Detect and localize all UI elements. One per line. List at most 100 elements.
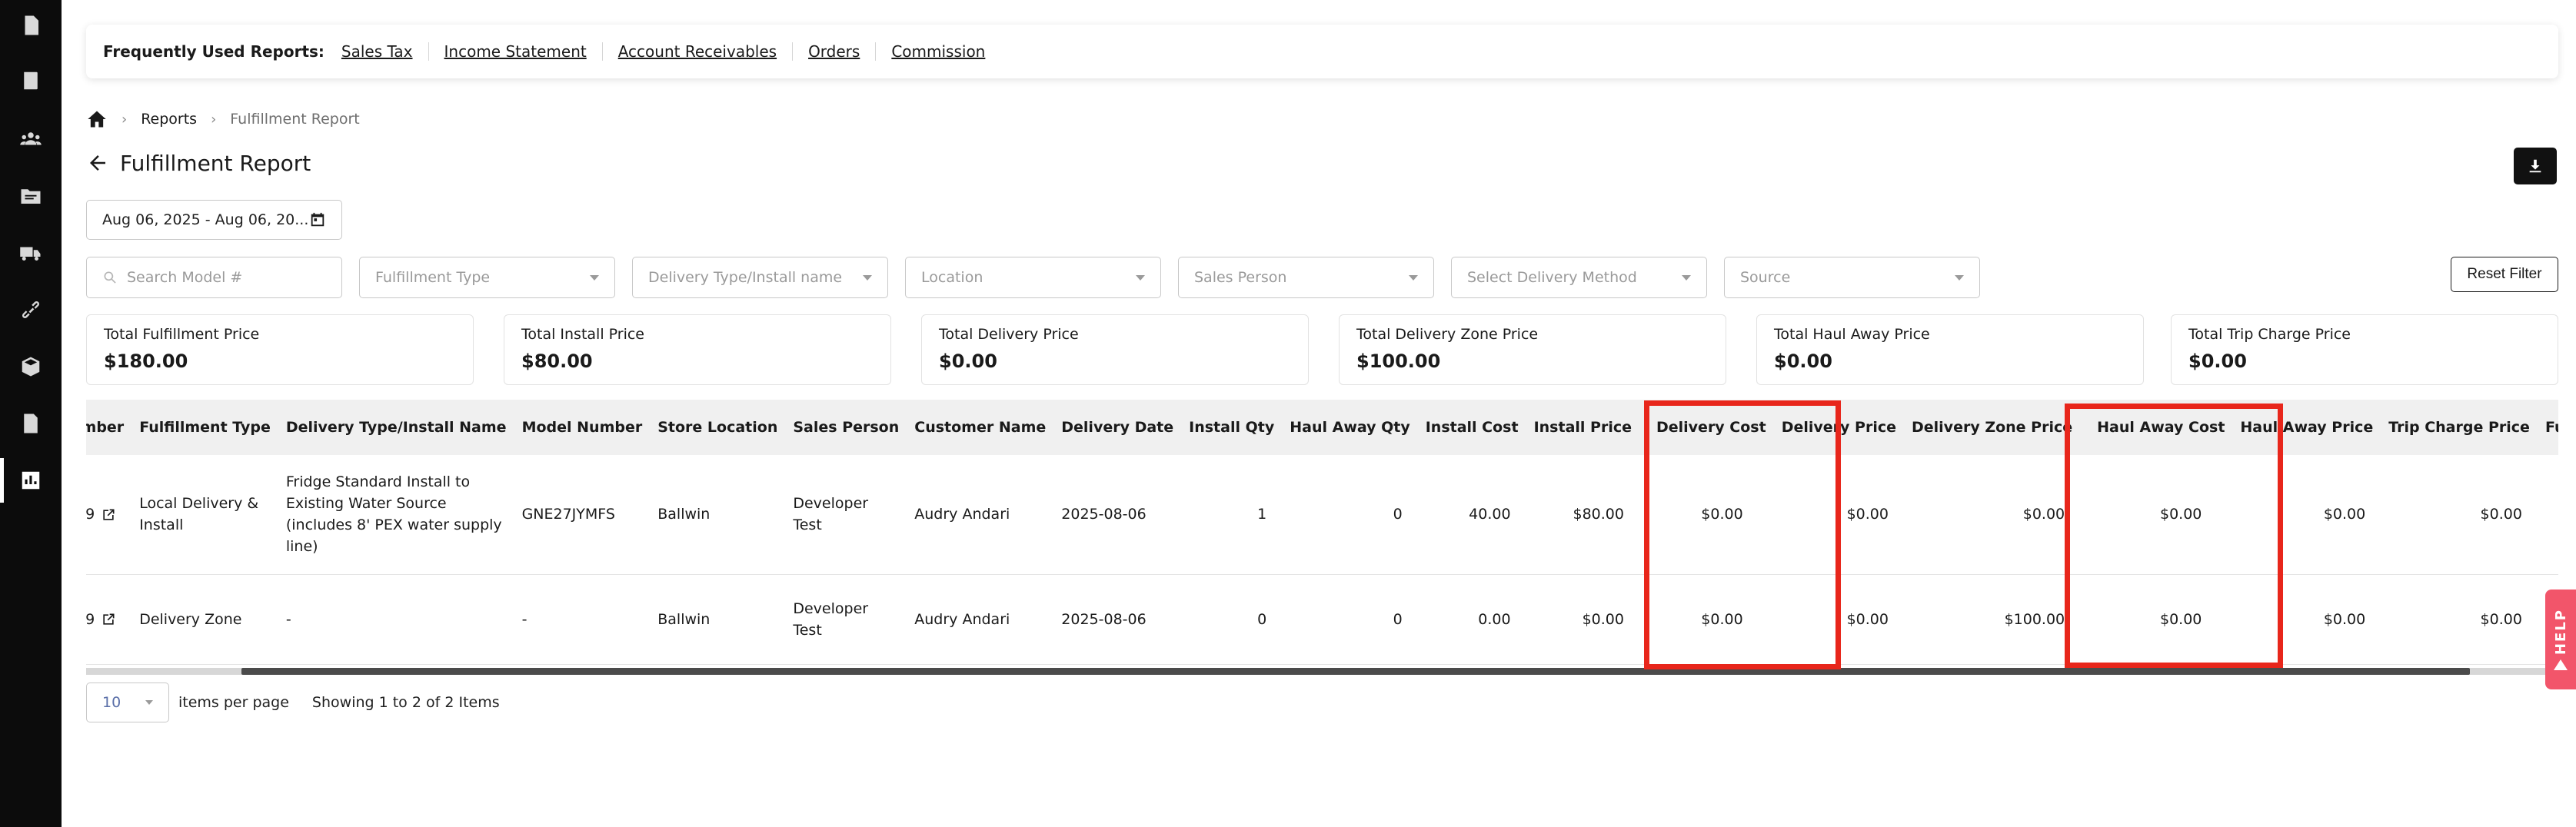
help-tab[interactable]: HELP	[2545, 590, 2576, 689]
column-header[interactable]: Install Cost	[1417, 400, 1526, 455]
total-card: Total Delivery Price $0.00	[921, 314, 1309, 385]
arrow-up-icon	[2554, 659, 2568, 671]
delivery-method-placeholder: Select Delivery Method	[1467, 269, 1637, 286]
ledger-icon	[24, 71, 38, 90]
sidebar-item-documents[interactable]	[0, 401, 62, 446]
search-icon	[104, 271, 116, 284]
chevron-down-icon	[145, 700, 153, 705]
cell: Developer Test	[785, 574, 907, 665]
sidebar-item-ledger[interactable]	[0, 58, 62, 103]
total-value: $100.00	[1356, 350, 1441, 372]
column-header[interactable]: Install Price	[1526, 400, 1639, 455]
per-page-value: 10	[102, 694, 121, 711]
total-value: $80.00	[521, 350, 593, 372]
cell: 2025-08-06	[1053, 574, 1182, 665]
reset-filter-button[interactable]: Reset Filter	[2451, 257, 2558, 292]
cell: $80.00	[1526, 455, 1639, 575]
sidebar-item-inventory[interactable]	[0, 344, 62, 389]
chevron-down-icon	[1682, 274, 1691, 281]
source-select[interactable]: Source	[1724, 257, 1980, 298]
per-page-select[interactable]: 10	[86, 683, 169, 722]
total-value: $0.00	[2188, 350, 2247, 372]
delivery-type-placeholder: Delivery Type/Install name	[648, 269, 843, 286]
column-header[interactable]: Fulfillment Type	[131, 400, 278, 455]
sidebar-item-users[interactable]	[0, 117, 62, 161]
report-link-income-statement[interactable]: Income Statement	[429, 42, 603, 61]
fulfillment-type-placeholder: Fulfillment Type	[375, 269, 491, 286]
page-title: Fulfillment Report	[120, 150, 311, 176]
scrollbar-thumb[interactable]	[241, 668, 2470, 675]
cell: $100.00	[1904, 574, 2081, 665]
report-link-sales-tax[interactable]: Sales Tax	[341, 42, 429, 61]
link-icon	[22, 301, 40, 319]
column-header[interactable]: Delivery Zone Price	[1904, 400, 2081, 455]
cell: $0.00	[1904, 455, 2081, 575]
column-header[interactable]: Delivery Date	[1053, 400, 1182, 455]
sidebar-item-reports[interactable]	[0, 458, 62, 503]
breadcrumb-reports[interactable]: Reports	[141, 111, 197, 128]
column-header[interactable]: umber	[86, 400, 132, 455]
sales-person-placeholder: Sales Person	[1194, 269, 1287, 286]
order-number[interactable]: 09	[86, 506, 95, 523]
cell	[2537, 455, 2558, 575]
home-icon[interactable]	[86, 108, 108, 130]
date-range-picker[interactable]: Aug 06, 2025 - Aug 06, 20...	[86, 200, 342, 240]
order-number-cell[interactable]: 09	[86, 574, 132, 665]
back-arrow-icon[interactable]	[86, 151, 109, 174]
total-card: Total Haul Away Price $0.00	[1756, 314, 2144, 385]
chevron-down-icon	[1136, 274, 1145, 281]
cell: $0.00	[2381, 455, 2538, 575]
column-header[interactable]: Customer Name	[907, 400, 1054, 455]
pagination: 10 items per page Showing 1 to 2 of 2 It…	[86, 683, 500, 722]
delivery-method-select[interactable]: Select Delivery Method	[1451, 257, 1707, 298]
external-link-icon[interactable]	[101, 612, 116, 627]
sidebar-item-invoices[interactable]	[0, 3, 62, 48]
frequent-reports-bar: Frequently Used Reports: Sales Tax Incom…	[86, 25, 2558, 78]
date-range-value: Aug 06, 2025 - Aug 06, 20...	[102, 211, 309, 228]
report-link-commission[interactable]: Commission	[876, 42, 1000, 61]
bar-chart-icon	[22, 471, 40, 490]
report-link-orders[interactable]: Orders	[793, 42, 877, 61]
location-select[interactable]: Location	[905, 257, 1161, 298]
column-header[interactable]: Store Location	[650, 400, 786, 455]
column-header[interactable]: Model Number	[514, 400, 651, 455]
sidebar-item-deliveries[interactable]	[0, 231, 62, 275]
report-link-account-receivables[interactable]: Account Receivables	[603, 42, 794, 61]
total-label: Total Fulfillment Price	[104, 326, 260, 343]
order-number-cell[interactable]: 09	[86, 455, 132, 575]
location-placeholder: Location	[921, 269, 983, 286]
delivery-type-select[interactable]: Delivery Type/Install name	[632, 257, 888, 298]
help-label: HELP	[2552, 608, 2569, 656]
column-header[interactable]: Delivery Type/Install Name	[278, 400, 514, 455]
download-button[interactable]	[2514, 148, 2557, 184]
cell: -	[514, 574, 651, 665]
chevron-down-icon	[1955, 274, 1964, 281]
column-header[interactable]: Sales Person	[785, 400, 907, 455]
column-header[interactable]: Trip Charge Price	[2381, 400, 2538, 455]
column-header[interactable]: Haul Away Qty	[1282, 400, 1418, 455]
fulfillment-type-select[interactable]: Fulfillment Type	[359, 257, 615, 298]
total-label: Total Trip Charge Price	[2188, 326, 2351, 343]
column-header[interactable]: Fulfi	[2537, 400, 2558, 455]
search-model-input[interactable]	[127, 269, 319, 286]
chevron-down-icon	[863, 274, 872, 281]
order-number[interactable]: 09	[86, 611, 95, 628]
cell: $0.00	[2381, 574, 2538, 665]
cell: Developer Test	[785, 455, 907, 575]
sales-person-select[interactable]: Sales Person	[1178, 257, 1434, 298]
cell: Ballwin	[650, 455, 786, 575]
cell: GNE27JYMFS	[514, 455, 651, 575]
total-card: Total Install Price $80.00	[504, 314, 891, 385]
total-card: Total Delivery Zone Price $100.00	[1339, 314, 1726, 385]
horizontal-scrollbar[interactable]	[86, 668, 2558, 675]
search-model-field[interactable]	[86, 257, 342, 298]
page-title-row: Fulfillment Report	[86, 148, 311, 178]
sidebar-item-files[interactable]	[0, 174, 62, 218]
total-label: Total Install Price	[521, 326, 644, 343]
sidebar-item-integrations[interactable]	[0, 287, 62, 332]
column-header[interactable]: Install Qty	[1181, 400, 1283, 455]
external-link-icon[interactable]	[101, 507, 116, 523]
breadcrumb-current: Fulfillment Report	[230, 111, 360, 128]
cell: 40.00	[1417, 455, 1526, 575]
cell: 0	[1282, 574, 1418, 665]
